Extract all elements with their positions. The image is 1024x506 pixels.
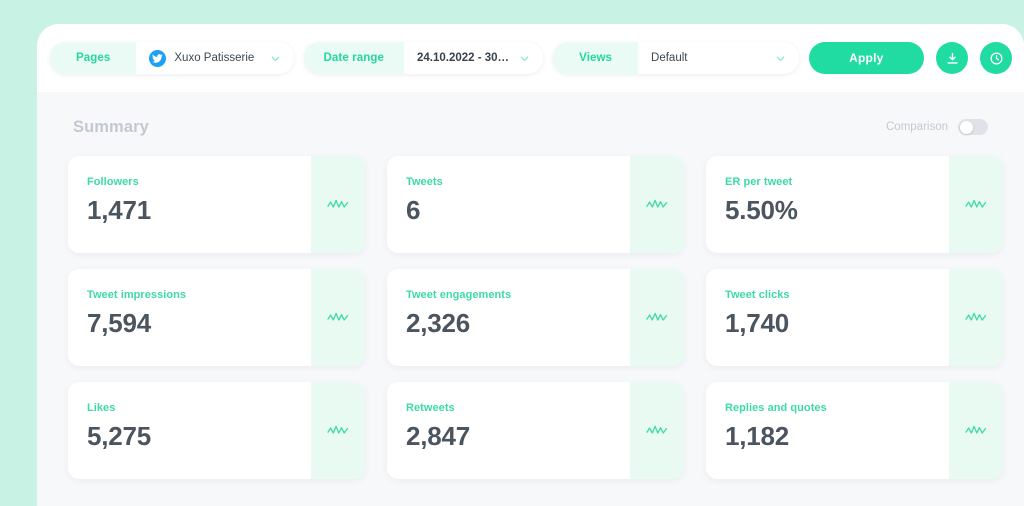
history-button[interactable] xyxy=(980,42,1012,74)
metric-card-body: ER per tweet 5.50% xyxy=(706,156,949,253)
metric-value: 7,594 xyxy=(87,308,152,338)
metric-card[interactable]: Retweets 2,847 xyxy=(387,382,684,479)
metric-sparkline-panel[interactable] xyxy=(949,269,1003,366)
views-filter-label: Views xyxy=(553,42,639,74)
metric-card[interactable]: Tweet clicks 1,740 xyxy=(706,269,1003,366)
metric-cards-grid: Followers 1,471 Tweets 6 ER per tweet 5.… xyxy=(68,156,1003,479)
pages-filter-label: Pages xyxy=(50,42,137,74)
metric-sparkline-panel[interactable] xyxy=(630,382,684,479)
metric-label: ER per tweet xyxy=(725,176,793,188)
metric-card-body: Followers 1,471 xyxy=(68,156,311,253)
metric-sparkline-panel[interactable] xyxy=(311,269,365,366)
sparkline-icon xyxy=(965,425,987,434)
metric-card-body: Tweet clicks 1,740 xyxy=(706,269,949,366)
metric-label: Replies and quotes xyxy=(725,402,827,414)
metric-label: Tweet impressions xyxy=(87,289,187,301)
metric-card-body: Likes 5,275 xyxy=(68,382,311,479)
metric-card[interactable]: Likes 5,275 xyxy=(68,382,365,479)
metric-card[interactable]: Tweet engagements 2,326 xyxy=(387,269,684,366)
sparkline-icon xyxy=(965,312,987,321)
sparkline-icon xyxy=(327,199,349,208)
views-filter-value: Default xyxy=(651,52,688,64)
sparkline-icon xyxy=(646,199,668,208)
summary-header: Summary Comparison xyxy=(68,114,988,140)
metric-value: 1,740 xyxy=(725,308,790,338)
metric-label: Tweets xyxy=(406,176,443,188)
sparkline-icon xyxy=(646,425,668,434)
sparkline-icon xyxy=(327,425,349,434)
metric-value: 1,471 xyxy=(87,195,152,225)
metric-value: 5,275 xyxy=(87,421,152,451)
metric-sparkline-panel[interactable] xyxy=(949,156,1003,253)
metric-label: Followers xyxy=(87,176,139,188)
chevron-down-icon xyxy=(520,56,529,61)
metric-card-body: Replies and quotes 1,182 xyxy=(706,382,949,479)
app-panel: Pages Xuxo Patisserie Date range 24.10.2… xyxy=(37,24,1024,506)
metric-sparkline-panel[interactable] xyxy=(630,269,684,366)
comparison-toggle[interactable] xyxy=(958,119,988,135)
sparkline-icon xyxy=(327,312,349,321)
twitter-icon xyxy=(149,49,167,67)
page-title: Summary xyxy=(73,117,149,136)
metric-value: 6 xyxy=(406,195,421,225)
metric-value: 2,326 xyxy=(406,308,471,338)
metric-card[interactable]: Followers 1,471 xyxy=(68,156,365,253)
comparison-control[interactable]: Comparison xyxy=(886,119,988,135)
pages-filter-value: Xuxo Patisserie xyxy=(174,52,255,64)
sparkline-icon xyxy=(646,312,668,321)
date-range-filter-value: 24.10.2022 - 30.10.2022 xyxy=(416,52,510,64)
pages-filter[interactable]: Pages Xuxo Patisserie xyxy=(50,42,294,74)
date-range-filter-label: Date range xyxy=(303,42,404,74)
summary-content: Summary Comparison Followers 1,471 Tweet… xyxy=(37,92,1024,506)
metric-label: Likes xyxy=(87,402,116,414)
metric-value: 1,182 xyxy=(725,421,790,451)
metric-value: 2,847 xyxy=(406,421,471,451)
metric-card-body: Tweet engagements 2,326 xyxy=(387,269,630,366)
pages-select[interactable]: Xuxo Patisserie xyxy=(136,42,294,74)
views-select[interactable]: Default xyxy=(638,42,799,74)
metric-card-body: Retweets 2,847 xyxy=(387,382,630,479)
metric-card-body: Tweet impressions 7,594 xyxy=(68,269,311,366)
clock-icon xyxy=(989,51,1003,65)
chevron-down-icon xyxy=(271,56,279,61)
sparkline-icon xyxy=(965,199,987,208)
comparison-label: Comparison xyxy=(886,121,948,133)
date-range-filter[interactable]: Date range 24.10.2022 - 30.10.2022 xyxy=(303,42,544,74)
metric-card[interactable]: Tweet impressions 7,594 xyxy=(68,269,365,366)
views-filter[interactable]: Views Default xyxy=(553,42,799,74)
metric-label: Tweet engagements xyxy=(406,289,512,301)
metric-sparkline-panel[interactable] xyxy=(949,382,1003,479)
metric-sparkline-panel[interactable] xyxy=(630,156,684,253)
chevron-down-icon xyxy=(776,56,784,61)
metric-sparkline-panel[interactable] xyxy=(311,156,365,253)
metric-card[interactable]: ER per tweet 5.50% xyxy=(706,156,1003,253)
download-icon xyxy=(946,52,958,64)
date-range-select[interactable]: 24.10.2022 - 30.10.2022 xyxy=(403,42,544,74)
apply-button[interactable]: Apply xyxy=(808,42,924,74)
metric-sparkline-panel[interactable] xyxy=(311,382,365,479)
metric-card[interactable]: Tweets 6 xyxy=(387,156,684,253)
metric-label: Retweets xyxy=(406,402,455,414)
metric-card-body: Tweets 6 xyxy=(387,156,630,253)
metric-label: Tweet clicks xyxy=(725,289,790,301)
metric-value: 5.50% xyxy=(725,195,798,225)
filter-toolbar: Pages Xuxo Patisserie Date range 24.10.2… xyxy=(37,24,1024,92)
metric-card[interactable]: Replies and quotes 1,182 xyxy=(706,382,1003,479)
download-button[interactable] xyxy=(936,42,968,74)
